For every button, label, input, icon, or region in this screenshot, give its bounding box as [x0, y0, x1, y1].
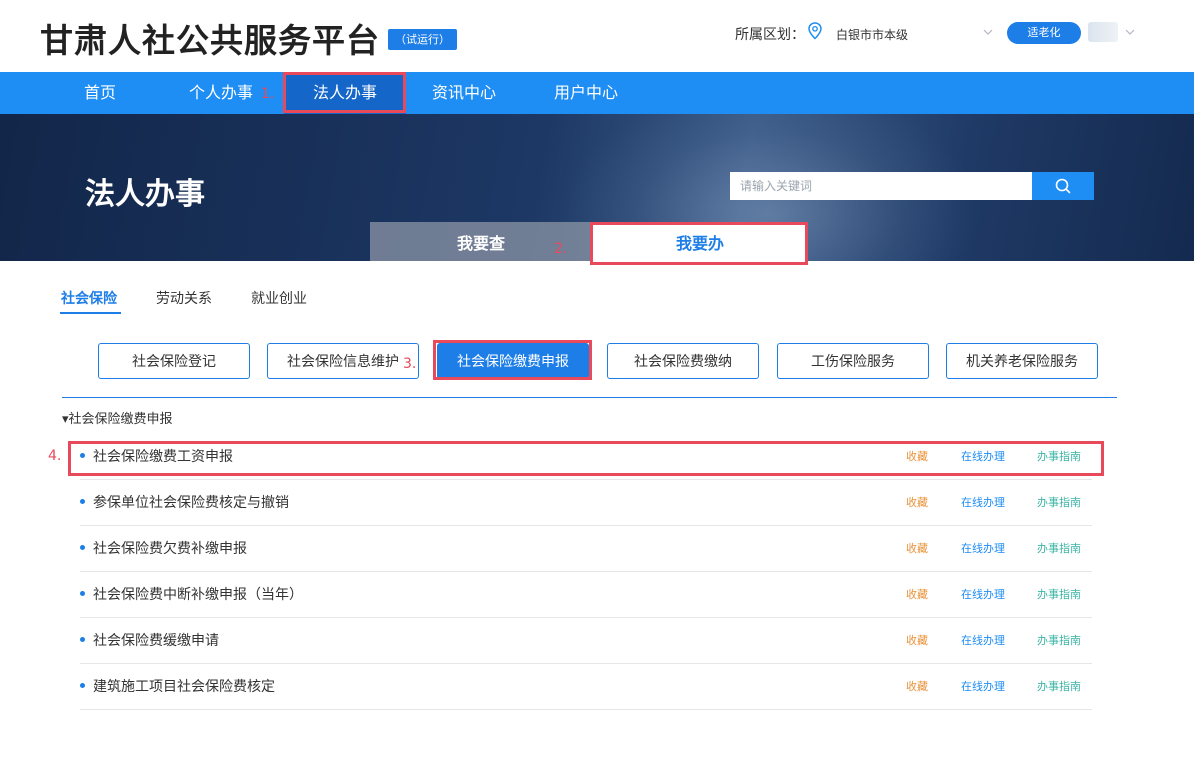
bullet-icon: [80, 683, 85, 688]
section-divider: [62, 397, 1117, 398]
annotation-step-2: 2.: [554, 241, 568, 257]
annotation-step-3: 3.: [403, 356, 417, 372]
online-process-link[interactable]: 在线办理: [961, 448, 1005, 464]
search-button[interactable]: [1032, 172, 1094, 200]
guide-link[interactable]: 办事指南: [1037, 540, 1081, 556]
region-select[interactable]: 白银市市本级: [836, 26, 908, 43]
online-process-link[interactable]: 在线办理: [961, 540, 1005, 556]
region-label: 所属区划：: [735, 27, 805, 43]
list-item[interactable]: 社会保险费欠费补缴申报 收藏 在线办理 办事指南: [80, 526, 1092, 572]
guide-link[interactable]: 办事指南: [1037, 632, 1081, 648]
category-tab-social-insurance[interactable]: 社会保险: [61, 288, 117, 308]
annotation-step-4: 4.: [48, 448, 62, 464]
search-input[interactable]: [730, 172, 1032, 200]
nav-item-personal[interactable]: 个人办事: [189, 72, 253, 114]
list-item[interactable]: 建筑施工项目社会保险费核定 收藏 在线办理 办事指南: [80, 664, 1092, 710]
guide-link[interactable]: 办事指南: [1037, 586, 1081, 602]
guide-link[interactable]: 办事指南: [1037, 678, 1081, 694]
active-tab-underline: [60, 312, 121, 314]
bullet-icon: [80, 591, 85, 596]
favorite-link[interactable]: 收藏: [906, 586, 928, 602]
service-button-registration[interactable]: 社会保险登记: [98, 343, 250, 379]
bullet-icon: [80, 499, 85, 504]
avatar[interactable]: [1088, 22, 1118, 42]
guide-link[interactable]: 办事指南: [1037, 448, 1081, 464]
section-title[interactable]: ▾社会保险缴费申报: [62, 408, 173, 427]
site-header: 甘肃人社公共服务平台 （试运行） 所属区划： 白银市市本级 适老化: [0, 0, 1194, 72]
favorite-link[interactable]: 收藏: [906, 540, 928, 556]
list-item[interactable]: 参保单位社会保险费核定与撤销 收藏 在线办理 办事指南: [80, 480, 1092, 526]
online-process-link[interactable]: 在线办理: [961, 586, 1005, 602]
service-button-agency-pension[interactable]: 机关养老保险服务: [946, 343, 1098, 379]
list-item[interactable]: 社会保险费缓缴申请 收藏 在线办理 办事指南: [80, 618, 1092, 664]
map-pin-icon: [808, 22, 822, 40]
chevron-down-icon[interactable]: [982, 26, 994, 38]
trial-badge: （试运行）: [388, 29, 457, 50]
list-item-label[interactable]: 社会保险费中断补缴申报（当年）: [93, 584, 303, 604]
nav-item-user-center[interactable]: 用户中心: [554, 72, 618, 114]
category-tab-labor-relations[interactable]: 劳动关系: [156, 288, 212, 308]
elder-mode-button[interactable]: 适老化: [1007, 22, 1081, 44]
favorite-link[interactable]: 收藏: [906, 448, 928, 464]
service-button-payment-declaration[interactable]: 社会保险缴费申报: [437, 343, 589, 379]
favorite-link[interactable]: 收藏: [906, 494, 928, 510]
favorite-link[interactable]: 收藏: [906, 632, 928, 648]
tab-do[interactable]: 我要办: [592, 222, 808, 261]
service-button-info-maintenance[interactable]: 社会保险信息维护: [267, 343, 419, 379]
nav-item-corporate[interactable]: 法人办事: [284, 72, 406, 114]
annotation-step-1: 1.: [261, 86, 275, 102]
chevron-down-icon[interactable]: [1124, 26, 1136, 38]
service-button-work-injury[interactable]: 工伤保险服务: [777, 343, 929, 379]
list-item-label[interactable]: 参保单位社会保险费核定与撤销: [93, 492, 289, 512]
favorite-link[interactable]: 收藏: [906, 678, 928, 694]
main-nav: 首页 个人办事 法人办事 资讯中心 用户中心: [0, 72, 1194, 114]
site-title[interactable]: 甘肃人社公共服务平台: [40, 14, 380, 62]
online-process-link[interactable]: 在线办理: [961, 678, 1005, 694]
bullet-icon: [80, 453, 85, 458]
nav-item-news[interactable]: 资讯中心: [432, 72, 496, 114]
online-process-link[interactable]: 在线办理: [961, 494, 1005, 510]
list-item[interactable]: 社会保险缴费工资申报 收藏 在线办理 办事指南: [80, 434, 1092, 480]
service-button-fee-payment[interactable]: 社会保险费缴纳: [607, 343, 759, 379]
list-item[interactable]: 社会保险费中断补缴申报（当年） 收藏 在线办理 办事指南: [80, 572, 1092, 618]
bullet-icon: [80, 637, 85, 642]
search-icon: [1055, 178, 1071, 194]
nav-item-home[interactable]: 首页: [84, 72, 116, 114]
category-tab-employment[interactable]: 就业创业: [251, 288, 307, 308]
page-title: 法人办事: [85, 177, 205, 212]
list-item-label[interactable]: 建筑施工项目社会保险费核定: [93, 676, 275, 696]
hero-banner: 法人办事 我要查 我要办: [0, 114, 1194, 261]
list-item-label[interactable]: 社会保险费欠费补缴申报: [93, 538, 247, 558]
list-item-label[interactable]: 社会保险缴费工资申报: [93, 446, 233, 466]
bullet-icon: [80, 545, 85, 550]
online-process-link[interactable]: 在线办理: [961, 632, 1005, 648]
list-item-label[interactable]: 社会保险费缓缴申请: [93, 630, 219, 650]
guide-link[interactable]: 办事指南: [1037, 494, 1081, 510]
